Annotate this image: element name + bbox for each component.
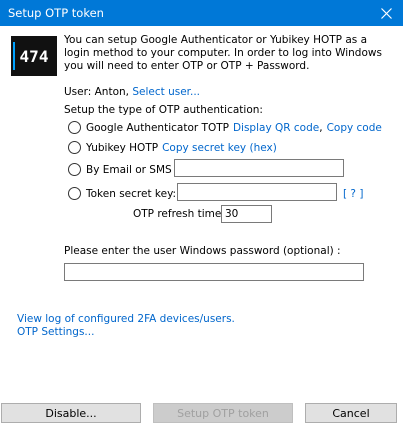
token-secret-row: Token secret key: xyxy=(68,187,176,200)
user-label: User: Anton, xyxy=(64,86,129,98)
email-sms-row: By Email or SMS : xyxy=(68,163,179,176)
password-input[interactable] xyxy=(64,263,364,281)
cancel-button[interactable]: Cancel xyxy=(305,403,397,423)
token-secret-radio[interactable] xyxy=(68,187,81,200)
setup-otp-dialog: Setup OTP token 474 You can setup Google… xyxy=(0,0,403,431)
disable-button[interactable]: Disable... xyxy=(1,403,141,423)
refresh-time-label: OTP refresh time: xyxy=(133,208,225,220)
token-help-link[interactable]: [ ? ] xyxy=(343,188,363,200)
email-sms-input[interactable] xyxy=(174,159,344,177)
logo-text: 474 xyxy=(19,46,49,66)
title-bar: Setup OTP token xyxy=(0,0,403,26)
google-auth-radio[interactable] xyxy=(68,121,81,134)
window-title: Setup OTP token xyxy=(8,6,104,20)
yubikey-radio[interactable] xyxy=(68,141,81,154)
yubikey-row: Yubikey HOTP Copy secret key (hex) xyxy=(68,141,277,154)
otp-settings-link[interactable]: OTP Settings... xyxy=(17,326,94,338)
description-text: You can setup Google Authenticator or Yu… xyxy=(64,34,382,72)
password-label: Please enter the user Windows password (… xyxy=(64,245,341,257)
copy-secret-key-link[interactable]: Copy secret key (hex) xyxy=(162,142,277,154)
google-auth-row: Google Authenticator TOTP Display QR cod… xyxy=(68,121,382,134)
token-secret-input[interactable] xyxy=(177,183,337,201)
select-user-link[interactable]: Select user... xyxy=(132,86,200,98)
token-secret-label: Token secret key: xyxy=(86,187,177,200)
email-sms-radio[interactable] xyxy=(68,163,81,176)
close-icon xyxy=(380,7,392,19)
user-line: User: Anton, Select user... xyxy=(64,86,200,98)
close-button[interactable] xyxy=(369,0,403,26)
refresh-time-input[interactable] xyxy=(221,205,272,223)
setup-otp-button[interactable]: Setup OTP token xyxy=(153,403,293,423)
copy-code-link[interactable]: Copy code xyxy=(327,122,382,134)
link-separator: , xyxy=(319,121,323,134)
display-qr-link[interactable]: Display QR code xyxy=(233,122,319,134)
view-log-link[interactable]: View log of configured 2FA devices/users… xyxy=(17,313,235,325)
yubikey-label: Yubikey HOTP xyxy=(86,141,159,154)
otp-logo: 474 xyxy=(11,36,57,76)
google-auth-label: Google Authenticator TOTP xyxy=(86,121,229,134)
email-sms-label: By Email or SMS : xyxy=(86,163,179,176)
logo-accent-bar xyxy=(13,42,15,70)
otp-type-label: Setup the type of OTP authentication: xyxy=(64,104,263,116)
